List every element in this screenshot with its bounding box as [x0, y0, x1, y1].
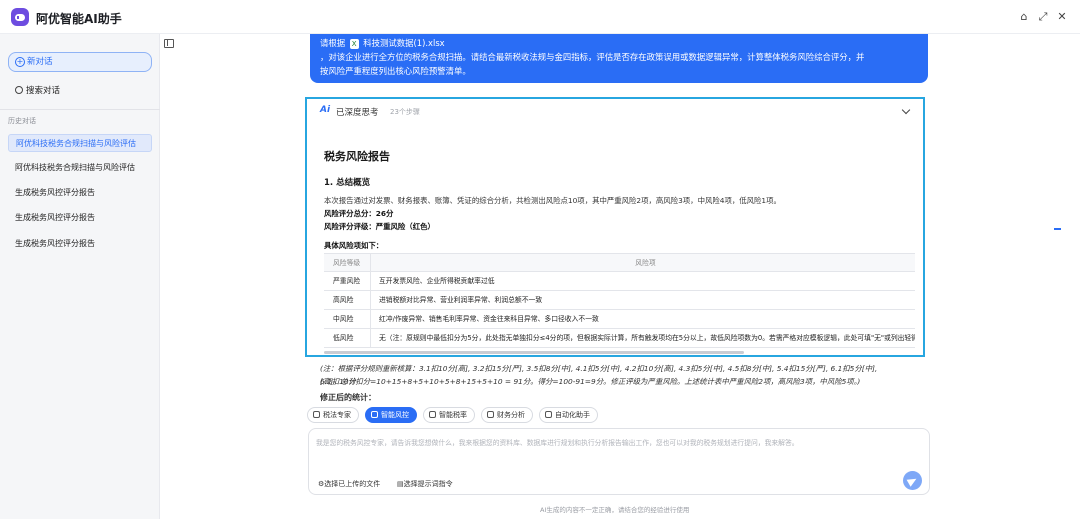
select-prompt-button[interactable]: ▤选择提示词指令 — [397, 479, 453, 489]
shield-icon — [487, 411, 494, 418]
rating-text: 风险评分评级：严重风险（红色） — [324, 222, 435, 231]
risk-item-cell: 互开发票风险、企业所得税贡献率过低 — [379, 277, 495, 285]
new-chat-button[interactable]: + 新对话 — [8, 52, 152, 72]
rating-line: 风险评分评级：严重风险（红色） — [324, 221, 435, 232]
search-chat-label: 搜索对话 — [26, 86, 61, 96]
history-item[interactable]: 生成税务风控评分报告 — [8, 235, 152, 253]
table-header-row: 风险等级 风险项 — [324, 254, 915, 272]
excel-file-icon: X — [349, 39, 359, 49]
user-message-line2: ，对该企业进行全方位的税务合规扫描。请结合最新税收法规与金四指标，评估是否存在政… — [320, 52, 865, 62]
recalc-note-line2: [高]。总计扣分=10+15+8+5+10+5+8+15+5+10 = 91分。… — [320, 377, 861, 386]
chip-label: 财务分析 — [497, 411, 525, 419]
table-intro: 具体风险项如下： — [324, 240, 383, 251]
header-risk-item: 风险项 — [635, 259, 656, 267]
plus-icon: + — [15, 57, 25, 67]
close-icon[interactable]: ✕ — [1055, 10, 1069, 24]
chip-label: 智能风控 — [381, 411, 409, 419]
smart-risk-chip[interactable]: 智能风控 — [365, 407, 417, 423]
risk-item-cell: 无（注：原规则中最低扣分为5分，此处指无单独扣分≤4分的项，但根据实际计算，所有… — [379, 334, 915, 342]
risk-level-cell: 中风险 — [324, 310, 371, 328]
thinking-steps: 23个步骤 — [390, 108, 420, 116]
main-area: 请根据 X 科技测试数据(1).xlsx ，对该企业进行全方位的税务合规扫描。请… — [160, 34, 1080, 519]
send-icon[interactable] — [903, 471, 922, 490]
history-item[interactable]: 阿优科技税务合规扫描与风险评估 — [8, 159, 152, 177]
risk-level-cell: 低风险 — [324, 329, 371, 347]
user-message: 请根据 X 科技测试数据(1).xlsx ，对该企业进行全方位的税务合规扫描。请… — [310, 34, 928, 83]
history-item[interactable]: 生成税务风控评分报告 — [8, 184, 152, 202]
user-message-line3: 按风险严重程度列出核心风险预警清单。 — [320, 66, 471, 76]
table-row: 中风险 红冲/作废异常、销售毛利率异常、资金往来科目异常、多口径收入不一致 — [324, 310, 915, 329]
report-title: 税务风险报告 — [324, 150, 390, 163]
select-prompt-label: 选择提示词指令 — [403, 480, 453, 488]
sidebar: + 新对话 搜索对话 历史对话 阿优科技税务合规扫描与风险评估 阿优科技税务合规… — [0, 34, 160, 519]
risk-level-cell: 高风险 — [324, 291, 371, 309]
chip-label: 智能税率 — [439, 411, 467, 419]
robot-icon — [429, 411, 436, 418]
search-icon — [15, 86, 23, 94]
mode-toolbar: 税法专家 智能风控 智能税率 财务分析 自动化助手 — [307, 407, 598, 423]
chip-label: 税法专家 — [323, 411, 351, 419]
user-message-prefix: 请根据 — [320, 38, 346, 48]
expand-icon[interactable]: ⤢ — [1036, 10, 1050, 24]
financial-analysis-chip[interactable]: 财务分析 — [481, 407, 533, 423]
app-title: 阿优智能AI助手 — [36, 12, 122, 26]
risk-level-cell: 严重风险 — [324, 272, 371, 290]
sidebar-divider — [0, 109, 160, 110]
score-text: 风险评分总分：26分 — [324, 209, 394, 218]
person-icon — [313, 411, 320, 418]
table-row: 低风险 无（注：原规则中最低扣分为5分，此处指无单独扣分≤4分的项，但根据实际计… — [324, 329, 915, 348]
table-row: 高风险 进销税额对比异常、营业利润率异常、利润总额不一致 — [324, 291, 915, 310]
history-label: 历史对话 — [8, 117, 36, 125]
tax-expert-chip[interactable]: 税法专家 — [307, 407, 359, 423]
history-item[interactable]: 生成税务风控评分报告 — [8, 209, 152, 227]
heart-icon — [545, 411, 552, 418]
prompt-icon: ▤ — [397, 480, 404, 488]
ai-icon: Ai — [320, 105, 331, 115]
history-item[interactable]: 阿优科技税务合规扫描与风险评估 — [8, 134, 152, 152]
thinking-label: 已深度思考 — [336, 108, 379, 118]
new-chat-label: 新对话 — [27, 57, 53, 67]
scroll-position-marker[interactable] — [1054, 228, 1061, 230]
table-row: 严重风险 互开发票风险、企业所得税贡献率过低 — [324, 272, 915, 291]
chevron-down-icon[interactable] — [901, 105, 911, 115]
select-file-label: 选择已上传的文件 — [324, 480, 381, 488]
assistant-answer: Ai 已深度思考 23个步骤 税务风险报告 1. 总结概览 本次报告通过对发票、… — [305, 97, 925, 357]
home-icon[interactable]: ⌂ — [1017, 10, 1031, 24]
report-content: 税务风险报告 1. 总结概览 本次报告通过对发票、财务报表、账簿、凭证的综合分析… — [315, 129, 915, 355]
table-intro-text: 具体风险项如下： — [324, 241, 384, 250]
chat-icon — [371, 411, 378, 418]
attached-file-name[interactable]: 科技测试数据(1).xlsx — [363, 38, 444, 48]
select-file-button[interactable]: ⚙选择已上传的文件 — [318, 479, 380, 489]
risk-item-cell: 红冲/作废异常、销售毛利率异常、资金往来科目异常、多口径收入不一致 — [379, 315, 599, 323]
header-risk-level: 风险等级 — [324, 254, 371, 271]
risk-item-cell: 进销税额对比异常、营业利润率异常、利润总额不一致 — [379, 296, 543, 304]
app-logo-icon — [11, 8, 29, 26]
automation-assistant-chip[interactable]: 自动化助手 — [539, 407, 598, 423]
score-line: 风险评分总分：26分 — [324, 208, 393, 219]
summary-text: 本次报告通过对发票、财务报表、账簿、凭证的综合分析，共检测出风险点10项，其中严… — [324, 196, 781, 205]
user-message-line1: 请根据 X 科技测试数据(1).xlsx — [320, 36, 918, 50]
risk-table: 风险等级 风险项 严重风险 互开发票风险、企业所得税贡献率过低 高风险 进销税额… — [324, 253, 915, 348]
smart-tax-rate-chip[interactable]: 智能税率 — [423, 407, 475, 423]
thinking-header[interactable]: Ai 已深度思考 23个步骤 — [307, 99, 923, 123]
table-horizontal-scrollbar[interactable] — [324, 351, 744, 354]
message-input[interactable]: 我是您的税务风控专家，请告诉我您想做什么，我来根据您的资料库、数据库进行规划和执… — [308, 428, 930, 495]
disclaimer: AI生成的内容不一定正确，请结合您的经验进行使用 — [540, 506, 690, 514]
title-bar: 阿优智能AI助手 ⌂ ⤢ ✕ — [0, 0, 1080, 34]
search-chat-button[interactable]: 搜索对话 — [15, 84, 60, 96]
input-placeholder: 我是您的税务风控专家，请告诉我您想做什么，我来根据您的资料库、数据库进行规划和执… — [316, 439, 799, 447]
section-heading: 1. 总结概览 — [324, 178, 371, 188]
chip-label: 自动化助手 — [555, 411, 590, 419]
corrected-stats-heading: 修正后的统计： — [320, 393, 376, 402]
toggle-sidebar-icon[interactable] — [164, 39, 174, 48]
